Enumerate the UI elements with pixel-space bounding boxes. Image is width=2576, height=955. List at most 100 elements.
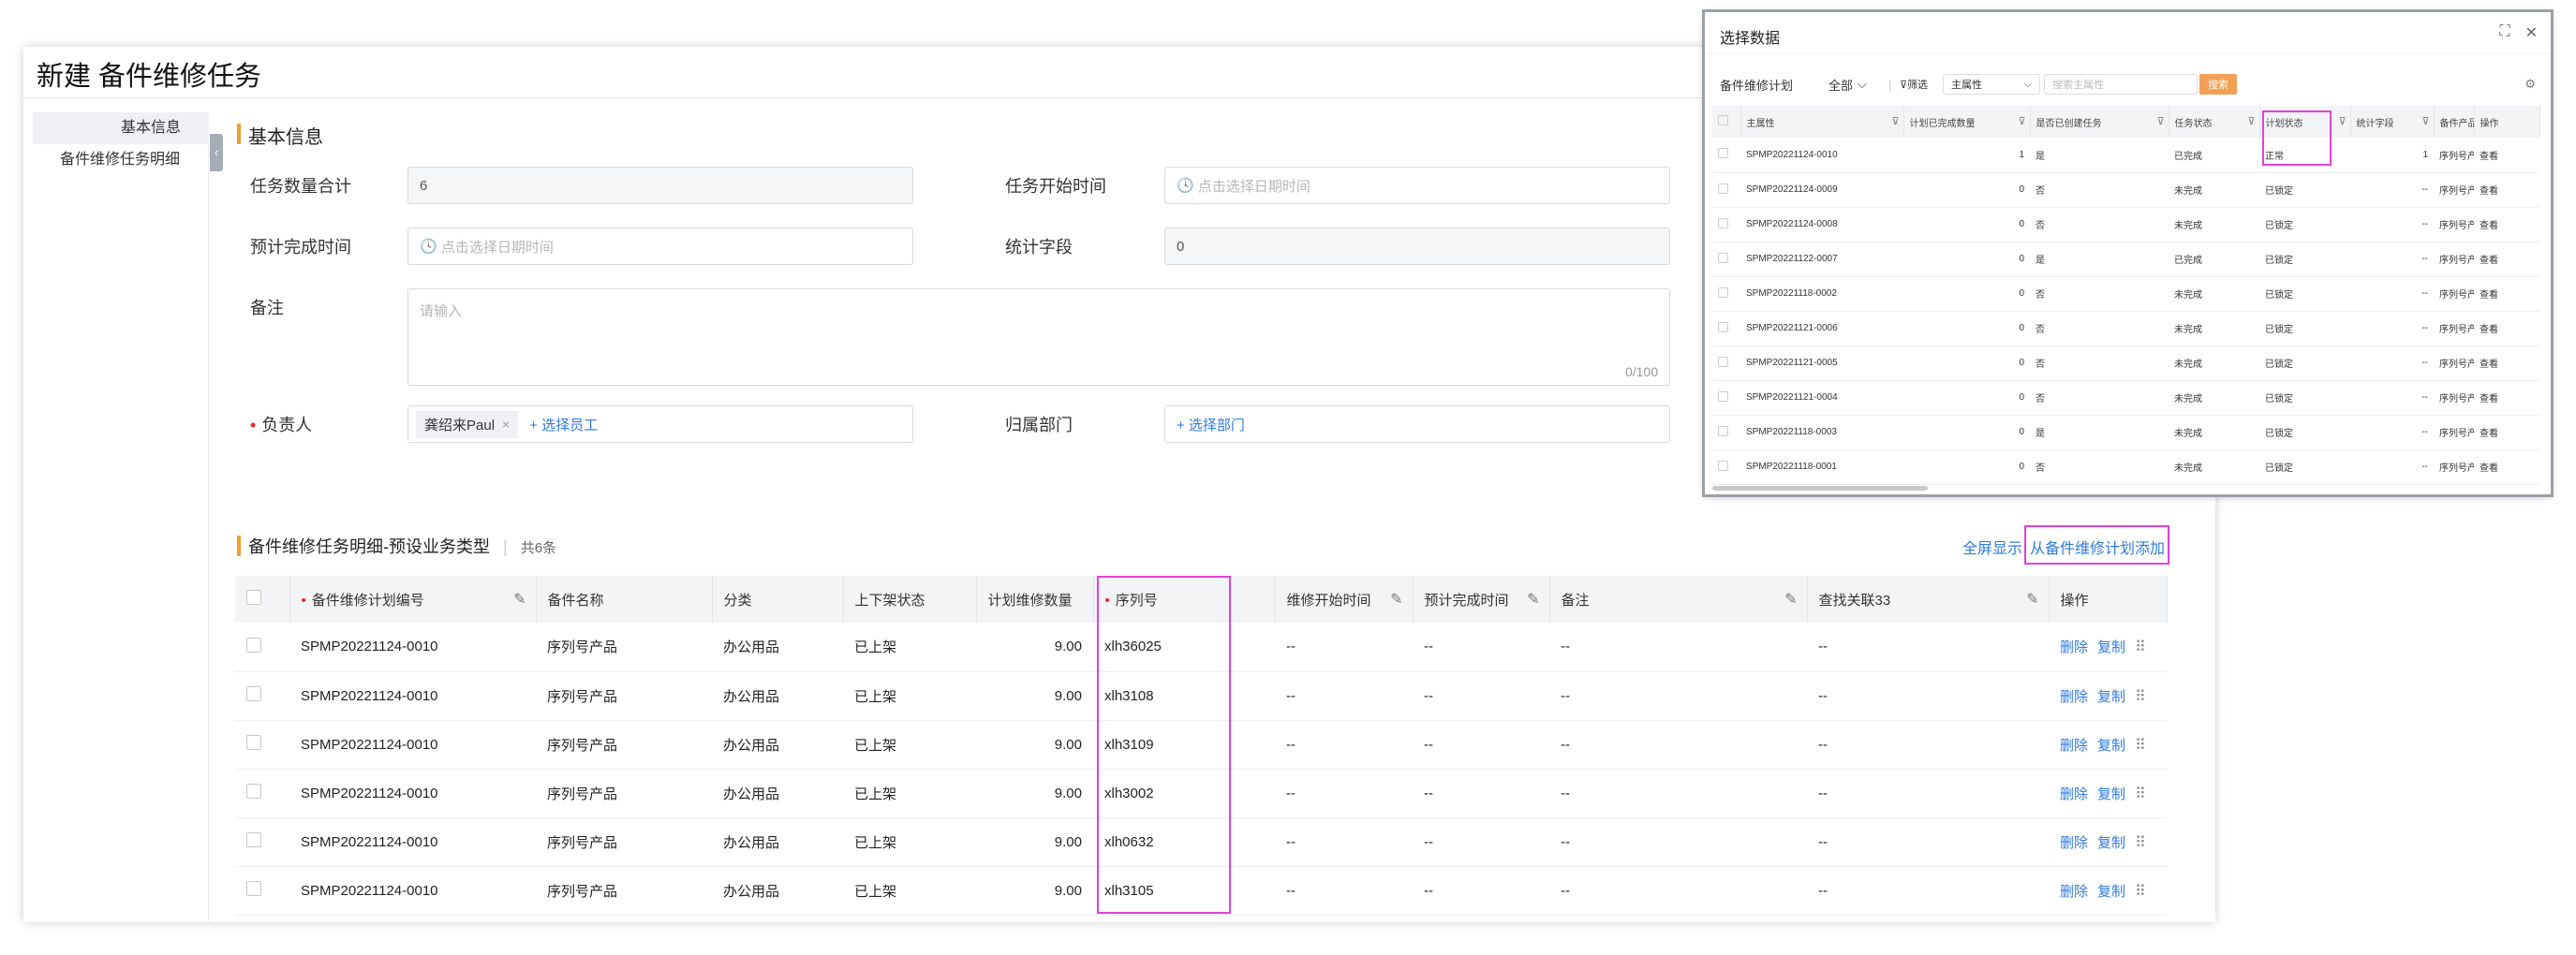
dialog-row[interactable]: SPMP20221118-0001 0 否未完成 已锁定 -- 序列号产 查看 [1712,449,2539,485]
serial-cell[interactable]: xlh3109 [1093,720,1275,770]
select-all-checkbox[interactable] [246,590,261,605]
select-dept-link[interactable]: + 选择部门 [1177,415,1245,434]
lookup-cell[interactable]: -- [1807,817,2049,867]
lookup-cell[interactable]: -- [1807,866,2049,916]
row-checkbox[interactable] [246,881,261,896]
edit-icon[interactable]: ✎ [1784,590,1797,609]
dlg-id-link[interactable]: SPMP20221121-0004 [1740,380,1903,416]
dlg-view-link[interactable]: 查看 [2474,242,2539,277]
collapse-sidebar-icon[interactable]: ‹ [210,134,223,171]
dlg-row-checkbox[interactable] [1718,148,1728,159]
remark-cell[interactable]: -- [1549,769,1807,818]
filter-icon[interactable]: ⊽ [2018,115,2025,127]
sidebar-item-detail[interactable]: 备件维修任务明细 [23,144,208,176]
expected-end-picker[interactable]: 🕓 点击选择日期时间 [407,228,913,265]
copy-button[interactable]: 复制 [2097,884,2125,900]
delete-button[interactable]: 删除 [2060,639,2088,655]
remark-cell[interactable]: -- [1549,623,1807,672]
delete-button[interactable]: 删除 [2060,884,2088,900]
lookup-cell[interactable]: -- [1807,671,2049,721]
close-icon[interactable]: ✕ [2525,23,2538,42]
row-checkbox[interactable] [246,832,261,847]
dlg-select-all-checkbox[interactable] [1718,115,1728,125]
dialog-row[interactable]: SPMP20221121-0004 0 否未完成 已锁定 -- 序列号产 查看 [1712,380,2539,416]
dialog-row[interactable]: SPMP20221118-0002 0 否未完成 已锁定 -- 序列号产 查看 [1712,276,2539,312]
drag-handle-icon[interactable]: ⠿ [2135,738,2146,754]
edit-icon[interactable]: ✎ [2026,590,2038,609]
filter-icon[interactable]: ⊽ [2156,115,2164,127]
dlg-product-link[interactable]: 序列号产 [2434,311,2474,346]
serial-cell[interactable]: xlh36025 [1093,623,1275,672]
dlg-product-link[interactable]: 序列号产 [2434,276,2474,312]
drag-handle-icon[interactable]: ⠿ [2135,884,2146,900]
dlg-row-checkbox[interactable] [1718,321,1728,332]
dialog-row[interactable]: SPMP20221121-0005 0 否未完成 已锁定 -- 序列号产 查看 [1712,345,2539,381]
end-cell[interactable]: -- [1413,769,1549,818]
dlg-id-link[interactable]: SPMP20221121-0005 [1740,345,1903,381]
dlg-product-link[interactable]: 序列号产 [2434,138,2474,173]
start-cell[interactable]: -- [1275,623,1413,672]
dlg-view-link[interactable]: 查看 [2474,345,2539,381]
copy-button[interactable]: 复制 [2097,786,2125,802]
dlg-product-link[interactable]: 序列号产 [2434,449,2474,485]
filter-icon[interactable]: ⊽ [2247,115,2255,127]
dlg-row-checkbox[interactable] [1718,460,1728,471]
dialog-row[interactable]: SPMP20221122-0007 0 是已完成 已锁定 -- 序列号产 查看 [1712,242,2539,277]
lookup-cell[interactable]: -- [1807,623,2049,672]
dialog-row[interactable]: SPMP20221124-0009 0 否未完成 已锁定 -- 序列号产 查看 [1712,172,2539,208]
start-cell[interactable]: -- [1275,866,1413,916]
dlg-id-link[interactable]: SPMP20221124-0010 [1740,138,1903,173]
filter-icon[interactable]: ⊽ [2421,115,2429,127]
search-button[interactable]: 搜索 [2199,74,2237,95]
dlg-view-link[interactable]: 查看 [2474,380,2539,416]
dialog-row[interactable]: SPMP20221121-0006 0 否未完成 已锁定 -- 序列号产 查看 [1712,311,2539,346]
horizontal-scrollbar[interactable] [1712,486,1928,491]
dlg-product-link[interactable]: 序列号产 [2434,415,2474,450]
start-cell[interactable]: -- [1275,671,1413,721]
dlg-row-checkbox[interactable] [1718,425,1728,436]
copy-button[interactable]: 复制 [2097,835,2125,851]
dlg-product-link[interactable]: 序列号产 [2434,380,2474,416]
fullscreen-link[interactable]: 全屏显示 [1962,536,2022,558]
drag-handle-icon[interactable]: ⠿ [2135,689,2146,705]
sidebar-item-basic-info[interactable]: 基本信息 [33,112,209,144]
remark-cell[interactable]: -- [1549,817,1807,867]
end-cell[interactable]: -- [1413,817,1549,867]
filter-icon[interactable]: ⊽ [1891,115,1899,127]
select-employee-link[interactable]: + 选择员工 [529,415,598,434]
lookup-cell[interactable]: -- [1807,720,2049,770]
dlg-product-link[interactable]: 序列号产 [2434,242,2474,277]
dlg-row-checkbox[interactable] [1718,217,1728,228]
scope-dropdown[interactable]: 全部 ⌵ [1828,74,1867,95]
drag-handle-icon[interactable]: ⠿ [2135,639,2146,655]
edit-icon[interactable]: ✎ [1390,590,1402,609]
dlg-id-link[interactable]: SPMP20221122-0007 [1740,242,1903,277]
start-cell[interactable]: -- [1275,769,1413,818]
remark-cell[interactable]: -- [1549,671,1807,721]
dlg-product-link[interactable]: 序列号产 [2434,172,2474,208]
dlg-id-link[interactable]: SPMP20221121-0006 [1740,311,1903,346]
delete-button[interactable]: 删除 [2060,786,2088,802]
dlg-view-link[interactable]: 查看 [2474,276,2539,312]
drag-handle-icon[interactable]: ⠿ [2135,835,2146,851]
dlg-view-link[interactable]: 查看 [2474,172,2539,208]
dlg-product-link[interactable]: 序列号产 [2434,207,2474,242]
edit-icon[interactable]: ✎ [1527,590,1539,609]
dlg-row-checkbox[interactable] [1718,356,1728,367]
end-cell[interactable]: -- [1413,623,1549,672]
serial-cell[interactable]: xlh3108 [1093,671,1275,721]
dept-field[interactable]: + 选择部门 [1164,405,1670,443]
owner-field[interactable]: 龚绍来Paul × + 选择员工 [407,405,913,443]
drag-handle-icon[interactable]: ⠿ [2135,786,2146,802]
dialog-row[interactable]: SPMP20221124-0008 0 否未完成 已锁定 -- 序列号产 查看 [1712,207,2539,242]
search-input[interactable]: 搜索主属性 [2044,74,2198,95]
field-select[interactable]: 主属性 ⌵ [1943,74,2040,95]
dlg-row-checkbox[interactable] [1718,183,1728,194]
end-cell[interactable]: -- [1413,866,1549,916]
end-cell[interactable]: -- [1413,720,1549,770]
dlg-row-checkbox[interactable] [1718,286,1728,298]
edit-icon[interactable]: ✎ [513,590,526,609]
start-time-picker[interactable]: 🕓 点击选择日期时间 [1164,167,1670,204]
settings-icon[interactable]: ⚙ [2524,74,2536,95]
dlg-id-link[interactable]: SPMP20221124-0008 [1740,207,1903,242]
